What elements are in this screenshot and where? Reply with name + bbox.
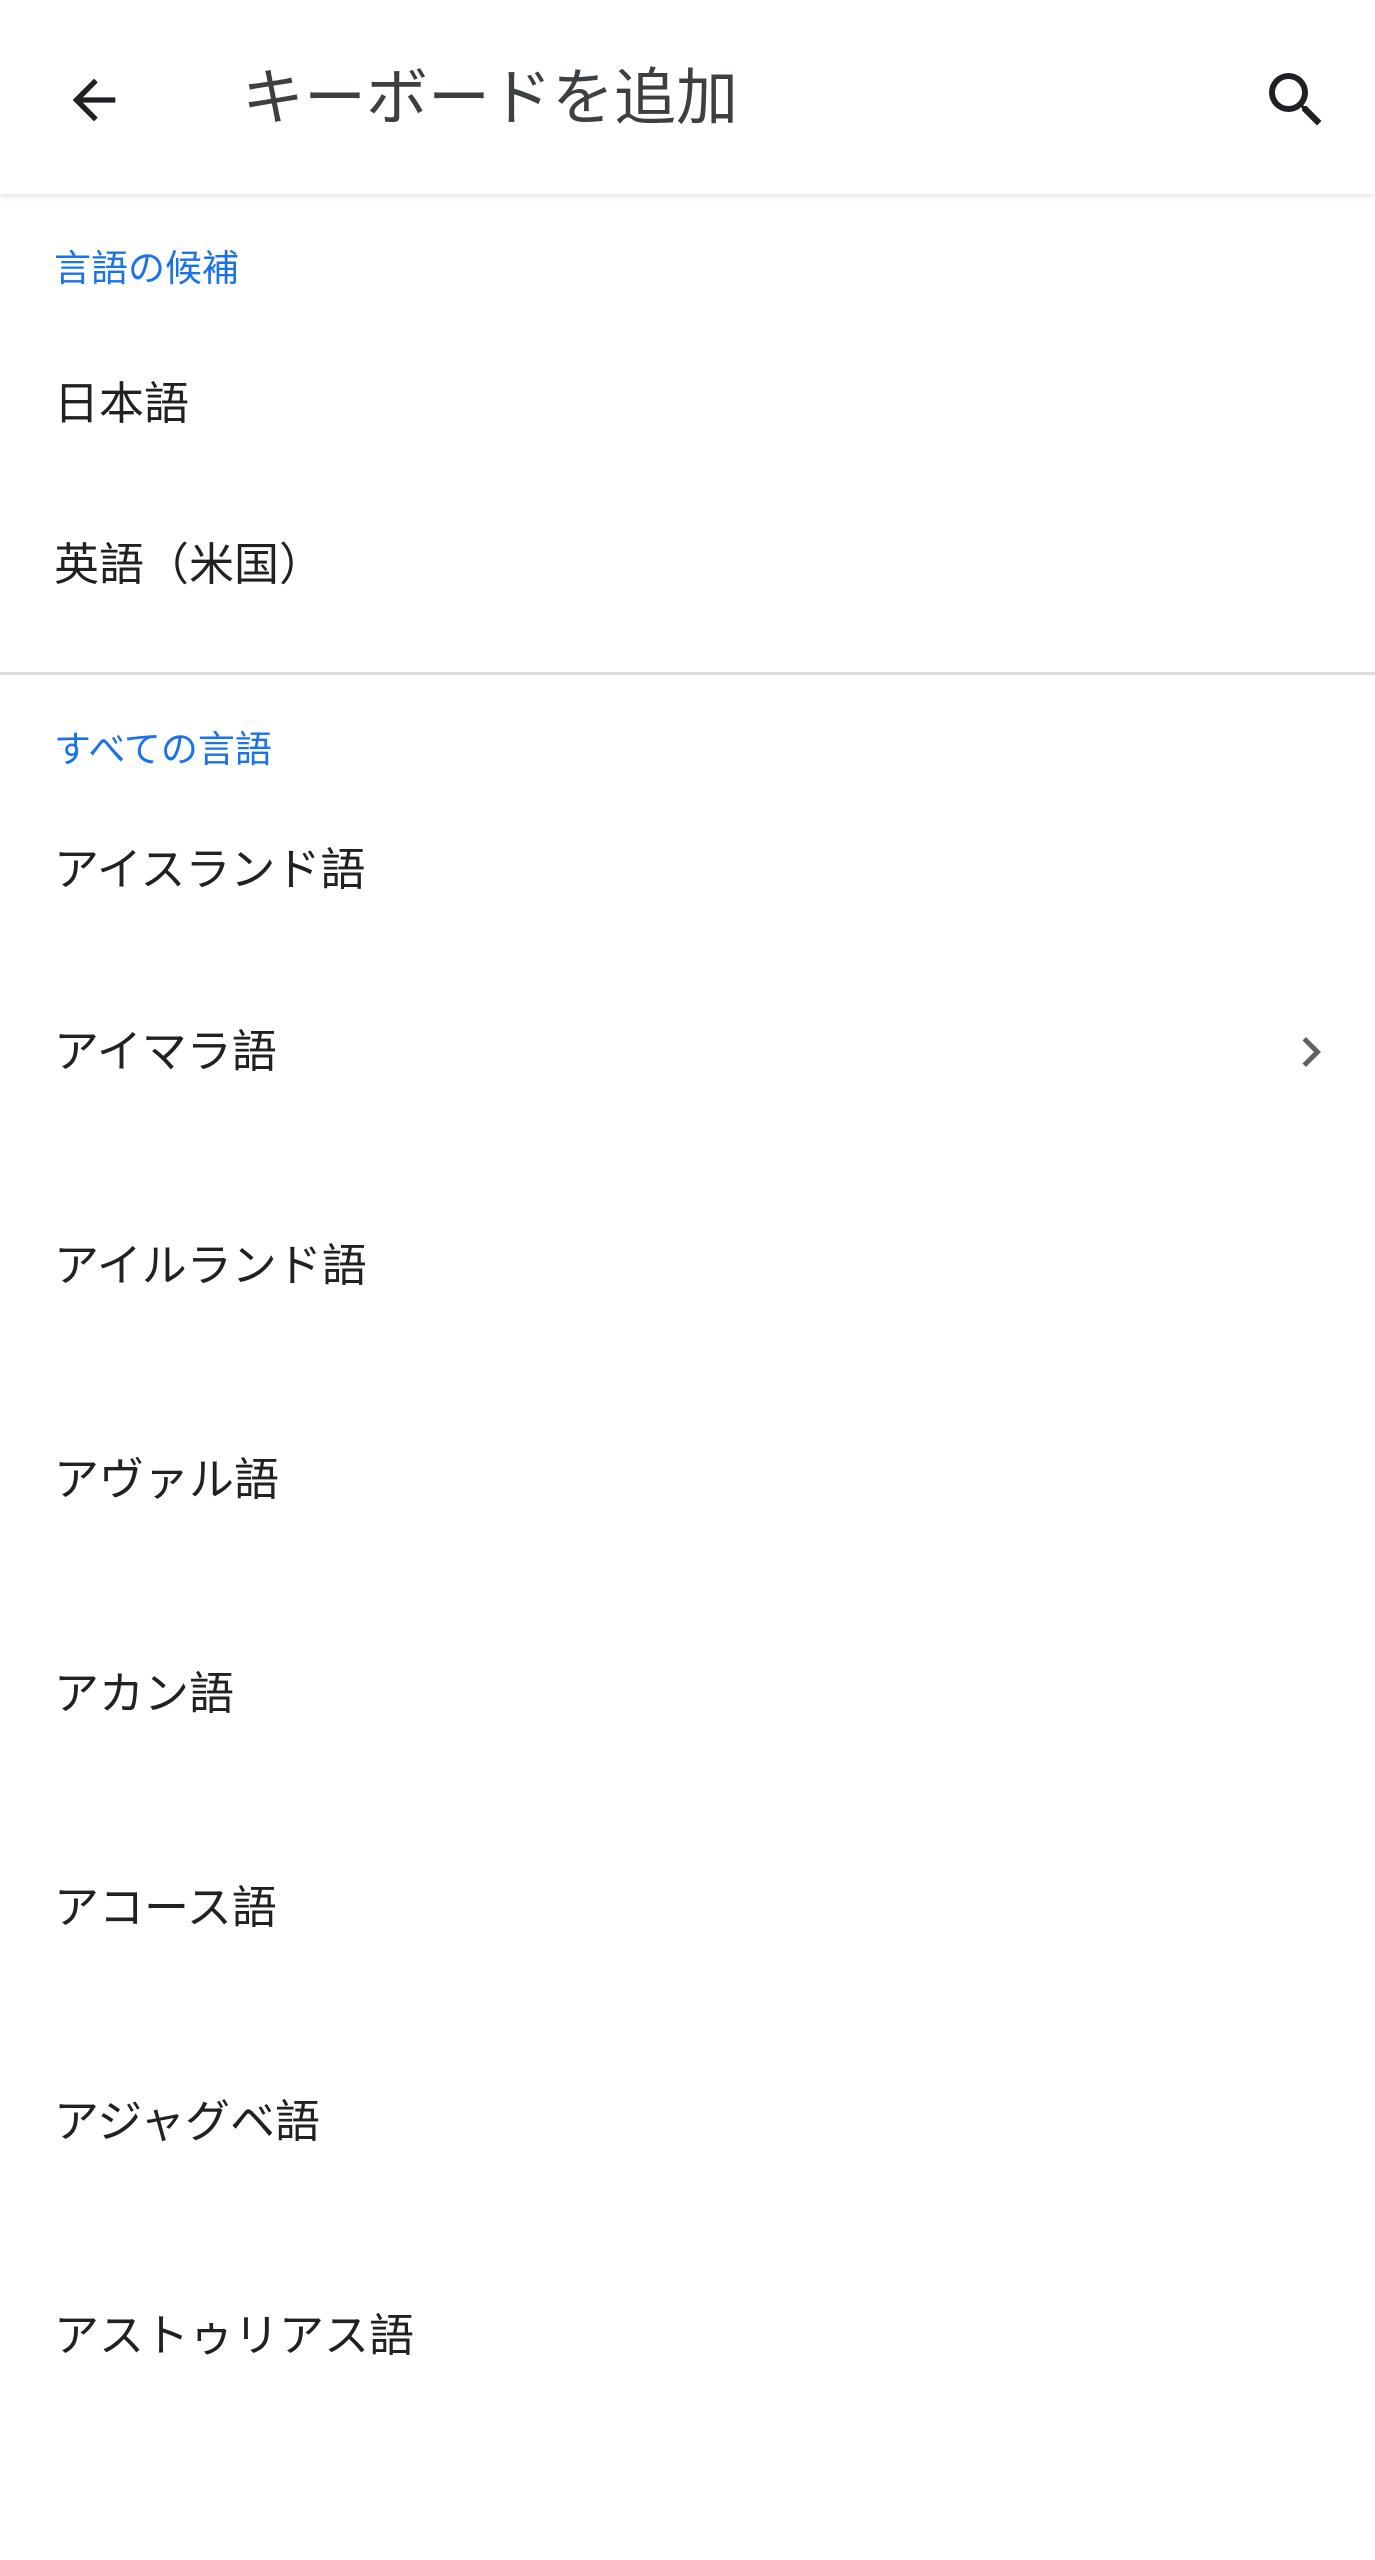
- list-item-label: アジャグベ語: [54, 2095, 320, 2148]
- suggested-languages-section: 言語の候補 日本語 英語（米国）: [0, 194, 1375, 672]
- list-item-label: アストゥリアス語: [54, 2309, 415, 2362]
- page-title: キーボードを追加: [242, 61, 739, 134]
- list-item-english-us[interactable]: 英語（米国）: [0, 458, 1375, 672]
- section-title: 言語の候補: [54, 247, 239, 290]
- app-bar: キーボードを追加: [0, 0, 1375, 194]
- list-item-akoose[interactable]: アコース語: [0, 1801, 1375, 2015]
- search-button[interactable]: [1236, 40, 1356, 160]
- list-item-label: アヴァル語: [54, 1453, 280, 1506]
- language-list: 言語の候補 日本語 英語（米国） すべての言語 アイスランド語 アイマラ語 アイ…: [0, 194, 1375, 2443]
- list-item-akan[interactable]: アカン語: [0, 1587, 1375, 1801]
- list-item-label: アイルランド語: [54, 1239, 367, 1292]
- section-header-suggested: 言語の候補: [0, 194, 1375, 344]
- list-item-aymara[interactable]: アイマラ語: [0, 945, 1375, 1159]
- chevron-right-icon: [1281, 1022, 1341, 1082]
- section-header-all: すべての言語: [0, 675, 1375, 795]
- arrow-back-icon: [72, 78, 116, 122]
- section-title: すべての言語: [54, 728, 272, 771]
- all-languages-section: すべての言語 アイスランド語 アイマラ語 アイルランド語 アヴァル語 アカン語 …: [0, 675, 1375, 2443]
- list-item-ajagbe[interactable]: アジャグベ語: [0, 2015, 1375, 2229]
- list-item-avaric[interactable]: アヴァル語: [0, 1373, 1375, 1587]
- list-item-label: アカン語: [54, 1667, 235, 1720]
- list-item-japanese[interactable]: 日本語: [0, 344, 1375, 458]
- list-item-label: 英語（米国）: [54, 538, 325, 591]
- search-icon: [1269, 73, 1322, 126]
- list-item-icelandic[interactable]: アイスランド語: [0, 795, 1375, 945]
- list-item-label: アコース語: [54, 1881, 277, 1934]
- list-item-label: アイマラ語: [54, 1025, 277, 1078]
- list-item-irish[interactable]: アイルランド語: [0, 1159, 1375, 1373]
- list-item-asturian[interactable]: アストゥリアス語: [0, 2229, 1375, 2443]
- list-item-label: 日本語: [54, 377, 190, 430]
- list-item-label: アイスランド語: [54, 843, 366, 896]
- back-button[interactable]: [34, 40, 154, 160]
